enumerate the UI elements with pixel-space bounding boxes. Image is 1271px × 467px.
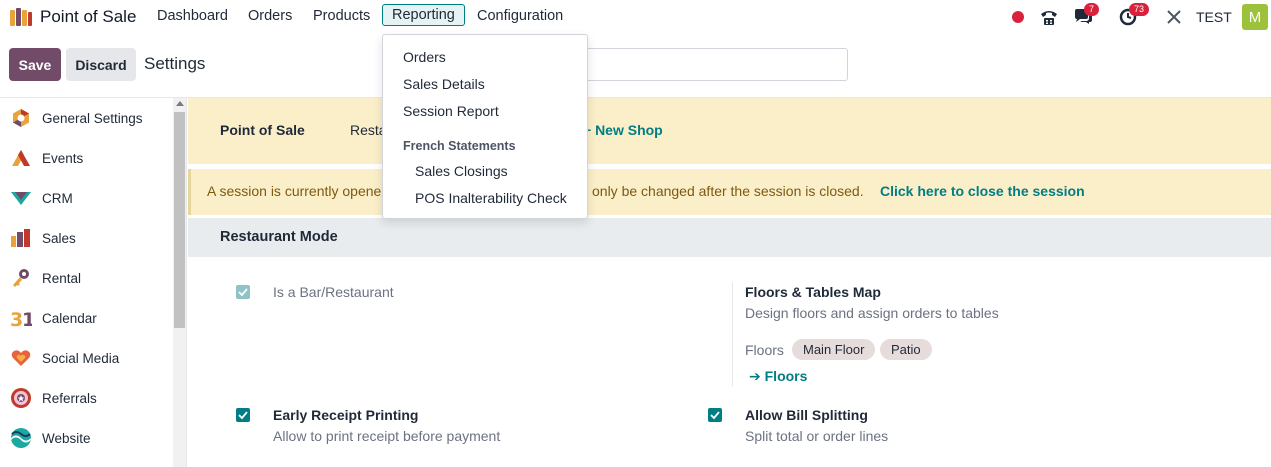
sidebar-item-label: Social Media — [42, 350, 120, 366]
checkmark-icon — [238, 288, 248, 297]
dropdown-item-pos-inalterability-check[interactable]: POS Inalterability Check — [415, 190, 567, 206]
activities-clock-icon[interactable]: 73 — [1117, 3, 1150, 28]
app-name[interactable]: Point of Sale — [40, 7, 136, 27]
floors-field-label: Floors — [745, 342, 784, 358]
status-dot-icon[interactable] — [1011, 6, 1025, 28]
top-navbar: Point of Sale Dashboard Orders Products … — [0, 0, 1271, 34]
sidebar-item-sales[interactable]: Sales — [0, 218, 172, 258]
sidebar-item-website[interactable]: Website — [0, 418, 172, 458]
user-avatar[interactable]: M — [1242, 4, 1268, 30]
dropdown-item-orders[interactable]: Orders — [403, 49, 446, 65]
debug-tools-icon[interactable] — [1164, 6, 1184, 28]
sidebar-item-rental[interactable]: Rental — [0, 258, 172, 298]
activities-badge: 73 — [1129, 3, 1150, 16]
sales-icon — [10, 227, 32, 249]
messages-badge: 7 — [1084, 3, 1100, 16]
checkmark-icon — [238, 411, 248, 420]
save-button[interactable]: Save — [9, 48, 61, 81]
early-receipt-label: Early Receipt Printing — [273, 407, 419, 423]
alert-text-left: A session is currently opene — [207, 183, 382, 199]
bill-splitting-desc: Split total or order lines — [745, 428, 889, 444]
floors-link[interactable]: ➔ Floors — [749, 368, 807, 385]
svg-text:1: 1 — [22, 309, 32, 328]
sidebar-item-crm[interactable]: CRM — [0, 178, 172, 218]
general-settings-icon — [10, 107, 32, 129]
sidebar-item-label: Calendar — [42, 310, 97, 326]
section-header — [188, 218, 1271, 257]
sidebar-item-label: CRM — [42, 190, 73, 206]
sidebar-item-calendar[interactable]: 31 Calendar — [0, 298, 172, 338]
floors-map-desc: Design floors and assign orders to table… — [745, 305, 999, 321]
calendar-icon: 31 — [10, 307, 32, 329]
bill-splitting-label: Allow Bill Splitting — [745, 407, 868, 423]
new-shop-button[interactable]: + New Shop — [583, 122, 663, 138]
sidebar-item-social-media[interactable]: Social Media — [0, 338, 172, 378]
tab-point-of-sale[interactable]: Point of Sale — [220, 122, 305, 138]
dropdown-item-session-report[interactable]: Session Report — [403, 103, 499, 119]
sidebar-item-label: Events — [42, 150, 84, 166]
early-receipt-desc: Allow to print receipt before payment — [273, 428, 501, 444]
discard-button[interactable]: Discard — [66, 48, 136, 81]
sidebar-item-referrals[interactable]: Referrals — [0, 378, 172, 418]
dropdown-item-sales-details[interactable]: Sales Details — [403, 76, 485, 92]
referrals-icon — [10, 387, 32, 409]
sidebar-item-general-settings[interactable]: General Settings — [0, 98, 172, 138]
bar-restaurant-label: Is a Bar/Restaurant — [273, 284, 394, 300]
section-title: Restaurant Mode — [220, 229, 338, 245]
sidebar-item-label: Rental — [42, 270, 82, 286]
events-icon — [10, 147, 32, 169]
scroll-up-arrow-icon[interactable] — [176, 101, 184, 106]
early-receipt-checkbox[interactable] — [236, 408, 250, 422]
sidebar-item-label: General Settings — [42, 110, 143, 126]
settings-sidebar: General Settings Events CRM Sales Rental… — [0, 98, 187, 467]
checkmark-icon — [710, 411, 720, 420]
sidebar-item-label: Sales — [42, 230, 76, 246]
sidebar-item-label: Referrals — [42, 390, 97, 406]
menu-dashboard[interactable]: Dashboard — [157, 8, 228, 24]
search-input[interactable] — [584, 48, 848, 81]
arrow-right-icon: ➔ — [749, 368, 765, 384]
dropdown-group-header: French Statements — [403, 139, 516, 153]
close-session-link[interactable]: Click here to close the session — [880, 183, 1085, 199]
sidebar-scroll-thumb[interactable] — [174, 112, 185, 328]
menu-configuration[interactable]: Configuration — [477, 8, 563, 24]
floors-map-label: Floors & Tables Map — [745, 284, 881, 300]
company-name[interactable]: TEST — [1196, 9, 1232, 25]
rental-icon — [10, 267, 32, 289]
floors-link-label: Floors — [764, 368, 808, 384]
bill-splitting-checkbox[interactable] — [708, 408, 722, 422]
crm-icon — [10, 187, 32, 209]
dropdown-item-sales-closings[interactable]: Sales Closings — [415, 163, 508, 179]
alert-text-right: only be changed after the session is clo… — [592, 183, 864, 199]
messages-icon[interactable]: 7 — [1072, 3, 1100, 28]
phone-icon[interactable] — [1038, 6, 1060, 28]
social-media-icon — [10, 347, 32, 369]
setting-divider — [732, 282, 733, 386]
bar-restaurant-checkbox[interactable] — [236, 285, 250, 299]
sidebar-item-events[interactable]: Events — [0, 138, 172, 178]
menu-products[interactable]: Products — [313, 8, 370, 24]
website-icon — [10, 427, 32, 449]
pos-logo-icon[interactable] — [9, 7, 33, 27]
floor-tag-main[interactable]: Main Floor — [792, 339, 876, 360]
menu-reporting[interactable]: Reporting — [382, 4, 465, 26]
page-title: Settings — [144, 54, 206, 73]
reporting-dropdown-menu: Orders Sales Details Session Report Fren… — [382, 34, 588, 219]
menu-orders[interactable]: Orders — [248, 8, 292, 24]
sidebar-item-label: Website — [42, 430, 91, 446]
floor-tag-patio[interactable]: Patio — [880, 339, 932, 360]
